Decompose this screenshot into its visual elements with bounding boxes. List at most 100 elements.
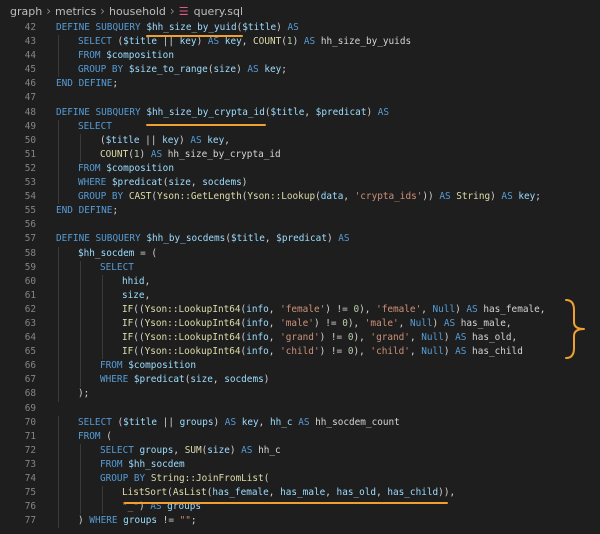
code-token: $hh_socdem [128,458,185,470]
code-line[interactable]: 46 END DEFINE; [0,77,600,91]
code-line[interactable]: 48 DEFINE SUBQUERY $hh_size_by_crypta_id(… [0,106,600,120]
code-token: AS [207,36,225,48]
code-line[interactable]: 53 WHERE $predicat(size, socdems) [0,176,600,191]
code-line[interactable]: 63 IF((Yson::LookupInt64(info, 'male') !=… [0,316,600,332]
code-token: Null [421,346,444,358]
code-text: SELECT ($title || groups) AS key, hh_c A… [78,416,400,430]
code-token: ) [443,332,456,344]
code-token: ) [241,177,248,189]
code-token: (( [133,346,145,358]
line-number: 50 [24,134,36,146]
code-line[interactable]: 47 [0,91,600,105]
code-line[interactable]: 61 size, [0,288,600,303]
code-line[interactable]: 68); [0,387,600,402]
indent-guide [58,133,59,148]
indent-guide [80,486,81,501]
code-text: SELECT [100,261,134,275]
line-number: 48 [24,106,36,118]
code-token: key [224,36,242,48]
code-line[interactable]: 55 END DEFINE; [0,204,600,218]
code-line[interactable]: 66 FROM $composition [0,359,600,374]
code-text: ); [78,387,89,401]
line-number: 77 [24,515,36,527]
indent-guide [80,331,81,346]
code-line[interactable]: 64 IF((Yson::LookupInt64(info, 'grand') !… [0,331,600,346]
code-token: FROM [78,50,107,62]
code-line[interactable]: 74 GROUP BY String::JoinFromList( [0,472,600,487]
code-line[interactable]: 57 DEFINE SUBQUERY $hh_by_socdems($title,… [0,232,600,246]
code-token: ) [236,64,248,76]
code-line[interactable]: 49 SELECT [0,119,600,134]
code-token: AsList [172,487,207,499]
code-token: , [264,233,277,245]
code-line[interactable]: 59 SELECT [0,260,600,275]
code-line[interactable]: 77) WHERE groups != ""; [0,514,600,529]
code-token: (( [133,317,145,329]
code-line[interactable]: 54 GROUP BY CAST(Yson::GetLength(Yson::Lo… [0,190,600,205]
code-token: hh_size_by_crypta_id [167,148,281,160]
indent-guide [58,429,59,444]
code-line[interactable]: 70 SELECT ($title || groups) AS key, hh_c… [0,415,600,430]
code-line[interactable]: 51 COUNT(1) AS hh_size_by_crypta_id [0,147,600,162]
code-token: Yson::LookupInt64 [144,346,241,358]
code-line[interactable]: 65 IF((Yson::LookupInt64(info, 'child') !… [0,345,600,360]
breadcrumb-file[interactable]: ☰ query.sql [179,5,243,18]
line-number: 58 [24,247,36,259]
code-line[interactable]: 58 $hh_socdem = ( [0,246,600,261]
code-token: size [190,374,213,386]
code-token: , [144,289,151,301]
code-text: IF((Yson::LookupInt64(info, 'grand') != … [122,331,517,345]
code-line[interactable]: 44 FROM $composition [0,49,600,64]
code-line[interactable]: 50 ($title || key) AS key, [0,133,600,148]
code-token: AS [287,22,299,33]
code-line[interactable]: 43 SELECT ($title || key) AS key, COUNT(1… [0,35,600,50]
code-token: ) [276,22,288,33]
code-token: $title [231,233,265,245]
code-token: IF [122,303,134,315]
code-token: has_female, [483,303,546,315]
code-line[interactable]: 45 GROUP BY $size_to_range(size) AS key; [0,63,600,78]
breadcrumb-item-metrics[interactable]: metrics [55,5,96,18]
code-line[interactable]: 72 SELECT groups, SUM(size) AS hh_c [0,443,600,458]
code-token: groups [139,444,174,456]
code-token: ) != [313,317,343,329]
line-number: 45 [24,64,36,76]
code-line[interactable]: 52 FROM $composition [0,161,600,177]
breadcrumb-item-household[interactable]: household [109,5,166,18]
code-text: GROUP BY $size_to_range(size) AS key; [78,63,287,77]
code-line[interactable]: 75 ListSort(AsList(has_female, has_male, … [0,486,600,501]
code-token: AS [338,233,350,245]
code-token: has_old [336,487,377,499]
code-token: (( [133,303,145,315]
code-token: key [179,36,197,48]
code-line[interactable]: 62 IF((Yson::LookupInt64(info, 'female') … [0,302,600,317]
code-token: AS [455,332,473,344]
code-token: ListSort [122,487,168,499]
indent-guide [102,288,103,303]
code-token: GROUP BY [78,64,129,76]
indent-guide [58,190,59,205]
indent-guide [102,345,103,360]
line-number: 51 [24,148,36,160]
code-line[interactable]: 69 [0,402,600,416]
code-token: ), [353,332,371,344]
indent-guide [102,316,103,332]
code-token: 'female' [280,303,326,315]
indent-guide [58,373,59,388]
code-editor[interactable]: graph › metrics › household › ☰ query.sq… [0,0,600,534]
indent-guide [80,274,81,289]
code-line[interactable]: 67 WHERE $predicat(size, socdems) [0,373,600,388]
code-line[interactable]: 60 hhid, [0,274,600,289]
code-area[interactable]: 42 DEFINE SUBQUERY $hh_size_by_yuid($titl… [0,21,600,529]
code-line[interactable]: 71 FROM ( [0,429,600,444]
code-line[interactable]: 56 [0,218,600,232]
code-token: = ( [134,247,158,259]
code-token: hh_socdem_count [315,416,400,428]
code-line[interactable]: 42 DEFINE SUBQUERY $hh_size_by_yuid($titl… [0,21,600,35]
code-line[interactable]: 73 FROM $hh_socdem [0,457,600,472]
line-number: 71 [24,430,36,442]
code-text: hhid, [122,275,150,289]
code-token: )), [438,487,456,499]
code-token: , [173,444,185,456]
breadcrumb-item-graph[interactable]: graph [10,5,42,18]
